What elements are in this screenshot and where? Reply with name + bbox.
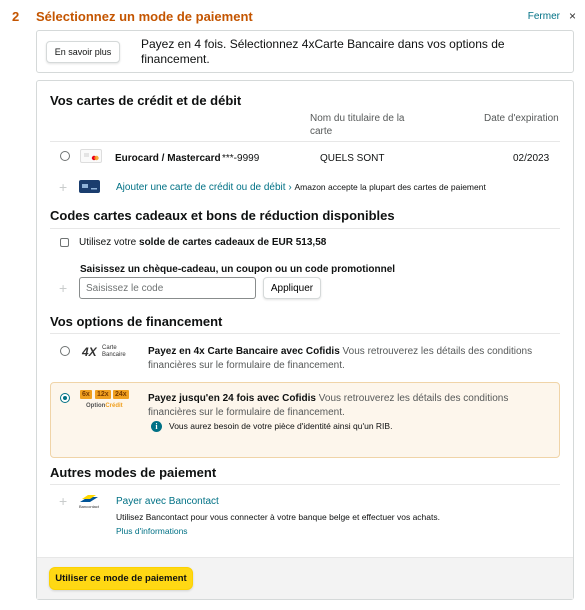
gift-code-input[interactable] [79,277,256,299]
gift-divider [50,228,560,229]
logo-option-credit: OptionCrédit [86,403,123,409]
close-icon[interactable]: × [569,9,576,23]
card-row[interactable]: Eurocard / Mastercard ***-9999 QUELS SON… [40,143,570,171]
installment-info-text: Payez en 4 fois. Sélectionnez 4xCarte Ba… [141,37,505,66]
financing-id-note: Vous aurez besoin de votre pièce d'ident… [169,421,393,431]
add-card-row: Ajouter une carte de crédit ou de débit … [116,182,486,193]
logo-4x-text: 4X [82,345,97,359]
expiry-column-header: Date d'expiration [484,113,559,124]
step-number: 2 [12,9,20,24]
gift-balance-checkbox[interactable] [60,238,69,247]
apply-code-button[interactable]: Appliquer [263,277,321,299]
financing-divider [50,333,560,334]
cofidis-4x-logo: 4X Carte Bancaire [82,344,132,362]
mastercard-card-icon [80,149,102,163]
gift-balance-label[interactable]: Utilisez votre solde de cartes cadeaux d… [79,237,326,248]
add-card-note: Amazon accepte la plupart des cartes de … [294,182,486,192]
add-card-plus-icon: + [59,179,68,195]
add-card-link[interactable]: Ajouter une carte de crédit ou de débit [116,182,286,193]
enter-code-label: Saisissez un chèque-cadeau, un coupon ou… [80,264,396,275]
cofidis-24x-logo: 6x 12x 24x OptionCrédit [80,390,132,414]
use-payment-method-button[interactable]: Utiliser ce mode de paiement [49,567,193,590]
financing-option-4x-radio[interactable] [60,346,70,356]
logo-badge-24x: 24x [113,390,129,399]
gift-section-title: Codes cartes cadeaux et bons de réductio… [50,208,395,223]
bancontact-logo-icon: Bancontact [78,494,100,510]
credit-card-icon [79,180,100,193]
card-brand: Eurocard / Mastercard [115,153,221,164]
gift-balance-amount: solde de cartes cadeaux de EUR 513,58 [139,237,327,248]
bancontact-link[interactable]: Payer avec Bancontact [116,496,219,507]
other-methods-title: Autres modes de paiement [50,465,217,480]
bancontact-description: Utilisez Bancontact pour vous connecter … [116,512,440,522]
cards-divider [50,141,560,142]
gift-balance-prefix: Utilisez votre [79,237,140,248]
logo-badge-12x: 12x [95,390,111,399]
card-number: ***-9999 [222,153,260,164]
financing-option-24x-text[interactable]: Payez jusqu'en 24 fois avec Cofidis Vous… [148,392,548,420]
logo-4x-sub: Carte Bancaire [102,345,126,358]
add-card-chevron: › [288,182,292,193]
card-holder: QUELS SONT [320,153,385,164]
step-title: Sélectionnez un mode de paiement [36,9,253,24]
bancontact-more-info-link[interactable]: Plus d'informations [116,526,188,536]
card-expiry: 02/2023 [513,153,550,164]
close-link[interactable]: Fermer [528,11,560,22]
logo-badge-6x: 6x [80,390,92,399]
other-divider [50,484,560,485]
financing-option-24x-title: Payez jusqu'en 24 fois avec Cofidis [148,393,316,404]
bancontact-logo-text: Bancontact [79,504,100,509]
gift-code-plus-icon: + [59,280,68,296]
card-radio[interactable] [60,151,70,161]
financing-option-4x-text[interactable]: Payez en 4x Carte Bancaire avec Cofidis … [148,345,548,373]
financing-option-4x-title: Payez en 4x Carte Bancaire avec Cofidis [148,346,340,357]
bancontact-plus-icon: + [59,493,68,509]
learn-more-button[interactable]: En savoir plus [46,41,120,63]
holder-column-header: Nom du titulaire de la carte [310,113,405,137]
financing-section-title: Vos options de financement [50,314,223,329]
info-icon: i [151,421,162,432]
cards-section-title: Vos cartes de crédit et de débit [50,93,242,108]
financing-option-24x-radio[interactable] [60,393,70,403]
